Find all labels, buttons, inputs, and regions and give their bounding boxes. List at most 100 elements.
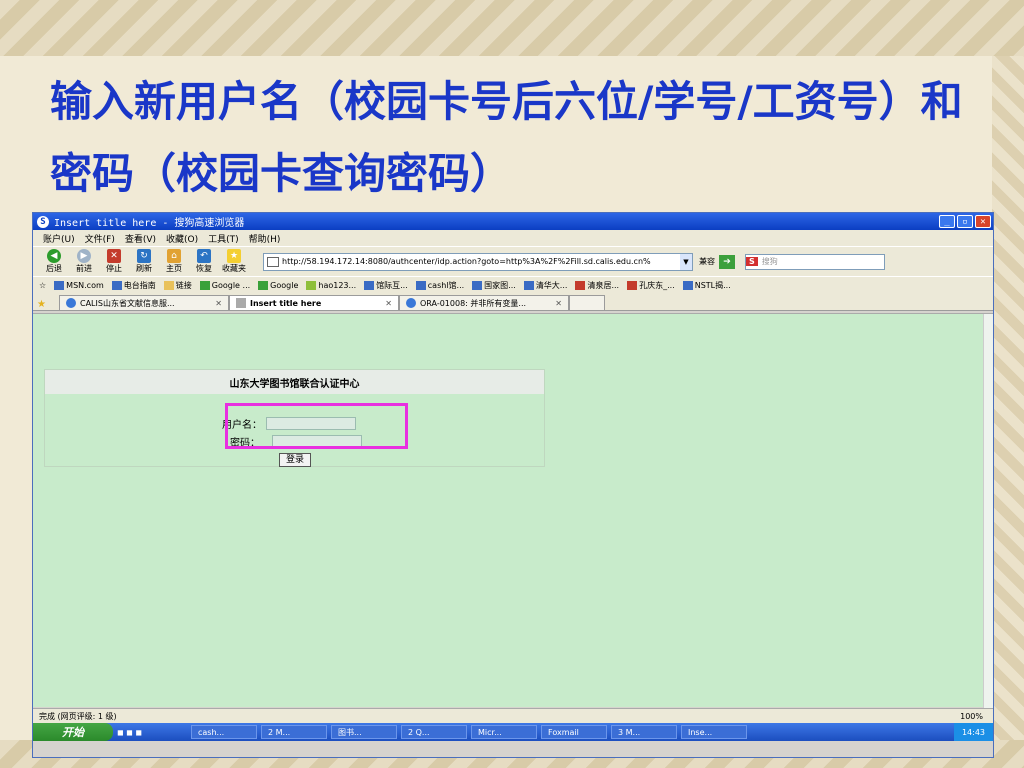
star-icon: ★ bbox=[227, 249, 241, 263]
zoom-level[interactable]: 100% bbox=[960, 712, 993, 721]
address-text: http://58.194.172.14:8080/authcenter/idp… bbox=[282, 257, 651, 266]
back-arrow-icon: ◀ bbox=[47, 249, 61, 263]
menu-item-help[interactable]: 帮助(H) bbox=[249, 232, 281, 245]
window-titlebar: S Insert title here - 搜狗高速浏览器 _ ▫ ✕ bbox=[33, 213, 993, 230]
fav-link[interactable]: 馆际互... bbox=[364, 280, 408, 291]
fav-link[interactable]: hao123... bbox=[306, 281, 356, 290]
home-icon: ⌂ bbox=[167, 249, 181, 263]
ie-page-icon bbox=[415, 281, 426, 290]
fav-link[interactable]: Google bbox=[258, 281, 298, 290]
sogou-logo-icon: S bbox=[37, 215, 49, 228]
address-bar[interactable]: http://58.194.172.14:8080/authcenter/idp… bbox=[263, 252, 693, 271]
task-button[interactable]: Micr... bbox=[471, 725, 537, 739]
google-icon bbox=[258, 281, 269, 290]
chevron-down-icon[interactable]: ▼ bbox=[680, 253, 692, 270]
decorative-border-top bbox=[0, 0, 1024, 56]
new-tab-button[interactable] bbox=[569, 295, 605, 310]
system-clock: 14:43 bbox=[953, 723, 993, 741]
hao123-icon bbox=[306, 281, 317, 290]
fav-link[interactable]: cashl馆... bbox=[415, 280, 464, 291]
star-icon[interactable]: ★ bbox=[37, 299, 51, 310]
browser-window: S Insert title here - 搜狗高速浏览器 _ ▫ ✕ 账户(U… bbox=[32, 212, 994, 758]
close-icon[interactable]: ✕ bbox=[215, 299, 222, 308]
status-bar: 完成 (网页评级: 1 级) 100% bbox=[33, 708, 993, 723]
forward-button[interactable]: ▶ 前进 bbox=[69, 249, 99, 274]
site-icon bbox=[575, 281, 586, 290]
page-icon bbox=[267, 256, 279, 267]
restore-session-button[interactable]: ↶ 恢复 bbox=[189, 249, 219, 274]
msn-icon bbox=[54, 281, 65, 290]
fav-link[interactable]: 电台指南 bbox=[111, 280, 156, 291]
refresh-button[interactable]: ↻ 刷新 bbox=[129, 249, 159, 274]
fav-link[interactable]: 清泉居... bbox=[575, 280, 619, 291]
menu-item-favorites[interactable]: 收藏(O) bbox=[166, 232, 198, 245]
fav-link[interactable]: 清华大... bbox=[523, 280, 567, 291]
close-button[interactable]: ✕ bbox=[975, 215, 991, 228]
ie-page-icon bbox=[523, 281, 534, 290]
ie-page-icon bbox=[364, 281, 375, 290]
minimize-button[interactable]: _ bbox=[939, 215, 955, 228]
menu-item-file[interactable]: 文件(F) bbox=[85, 232, 115, 245]
menu-bar: 账户(U) 文件(F) 查看(V) 收藏(O) 工具(T) 帮助(H) bbox=[33, 230, 993, 246]
stop-icon: ✕ bbox=[107, 249, 121, 263]
status-text: 完成 (网页评级: 1 级) bbox=[39, 711, 117, 721]
slide-title: 输入新用户名（校园卡号后六位/学号/工资号）和密码（校园卡查询密码） bbox=[50, 77, 963, 199]
task-button[interactable]: Foxmail bbox=[541, 725, 607, 739]
ie-page-icon bbox=[682, 281, 693, 290]
fav-link[interactable]: 链接 bbox=[163, 280, 192, 291]
task-button[interactable]: 2 M... bbox=[261, 725, 327, 739]
ie-page-icon bbox=[406, 298, 416, 308]
page-icon bbox=[236, 298, 246, 308]
menu-item-tools[interactable]: 工具(T) bbox=[208, 232, 239, 245]
stop-button[interactable]: ✕ 停止 bbox=[99, 249, 129, 274]
go-arrow-icon[interactable]: ➔ bbox=[719, 254, 735, 269]
undo-icon: ↶ bbox=[197, 249, 211, 263]
tab-insert-title[interactable]: Insert title here ✕ bbox=[229, 295, 399, 310]
radio-icon bbox=[111, 281, 122, 290]
task-button[interactable]: 3 M... bbox=[611, 725, 677, 739]
tab-ora-error[interactable]: ORA-01008: 并非所有变量... ✕ bbox=[399, 295, 569, 310]
taskbar: 开始 ◼ ◼ ◼ cash... 2 M... 图书... 2 Q... Mic… bbox=[33, 723, 993, 741]
favorites-button[interactable]: ★ 收藏夹 bbox=[219, 249, 249, 274]
annotation-highlight-box bbox=[225, 403, 408, 449]
back-button[interactable]: ◀ 后退 bbox=[39, 249, 69, 274]
site-icon bbox=[627, 281, 638, 290]
menu-item-account[interactable]: 账户(U) bbox=[43, 232, 75, 245]
home-button[interactable]: ⌂ 主页 bbox=[159, 249, 189, 274]
favorites-bar: ☆ MSN.com 电台指南 链接 Google ... Google hao1… bbox=[33, 276, 993, 294]
task-button[interactable]: cash... bbox=[191, 725, 257, 739]
login-panel-header: 山东大学图书馆联合认证中心 bbox=[45, 370, 544, 394]
nav-toolbar: ◀ 后退 ▶ 前进 ✕ 停止 ↻ 刷新 ⌂ 主页 ↶ 恢复 ★ 收藏夹 http://58.1… bbox=[33, 246, 993, 276]
page-content: 山东大学图书馆联合认证中心 用户名： 密码： 登录 bbox=[33, 313, 993, 708]
task-button[interactable]: 图书... bbox=[331, 725, 397, 739]
folder-icon bbox=[163, 281, 174, 290]
menu-item-view[interactable]: 查看(V) bbox=[125, 232, 156, 245]
fav-link[interactable]: 孔庆东_... bbox=[627, 280, 675, 291]
quick-launch-icons[interactable]: ◼ ◼ ◼ bbox=[117, 728, 187, 737]
compat-mode-label[interactable]: 兼容 bbox=[699, 256, 715, 267]
fav-link[interactable]: Google ... bbox=[199, 281, 250, 290]
task-button[interactable]: Inse... bbox=[681, 725, 747, 739]
refresh-icon: ↻ bbox=[137, 249, 151, 263]
google-icon bbox=[199, 281, 210, 290]
login-button[interactable]: 登录 bbox=[279, 453, 311, 467]
close-icon[interactable]: ✕ bbox=[555, 299, 562, 308]
fav-link[interactable]: 国家图... bbox=[472, 280, 516, 291]
task-button[interactable]: 2 Q... bbox=[401, 725, 467, 739]
ie-page-icon bbox=[66, 298, 76, 308]
window-title: Insert title here - 搜狗高速浏览器 bbox=[54, 218, 245, 229]
search-input[interactable]: S 搜狗 bbox=[745, 253, 885, 270]
restore-button[interactable]: ▫ bbox=[957, 215, 973, 228]
fav-link[interactable]: MSN.com bbox=[54, 281, 104, 290]
forward-arrow-icon: ▶ bbox=[77, 249, 91, 263]
ie-page-icon bbox=[472, 281, 483, 290]
start-button[interactable]: 开始 bbox=[33, 723, 113, 741]
vertical-scrollbar[interactable] bbox=[983, 314, 993, 708]
close-icon[interactable]: ✕ bbox=[385, 299, 392, 308]
fav-link[interactable]: NSTL揭... bbox=[682, 280, 731, 291]
favorites-add-icon[interactable]: ☆ bbox=[39, 281, 46, 290]
login-panel: 山东大学图书馆联合认证中心 用户名： 密码： 登录 bbox=[44, 369, 545, 467]
sogou-search-icon: S bbox=[746, 257, 758, 266]
tab-calis[interactable]: CALIS山东省文献信息服... ✕ bbox=[59, 295, 229, 310]
decorative-border-right bbox=[992, 56, 1024, 746]
